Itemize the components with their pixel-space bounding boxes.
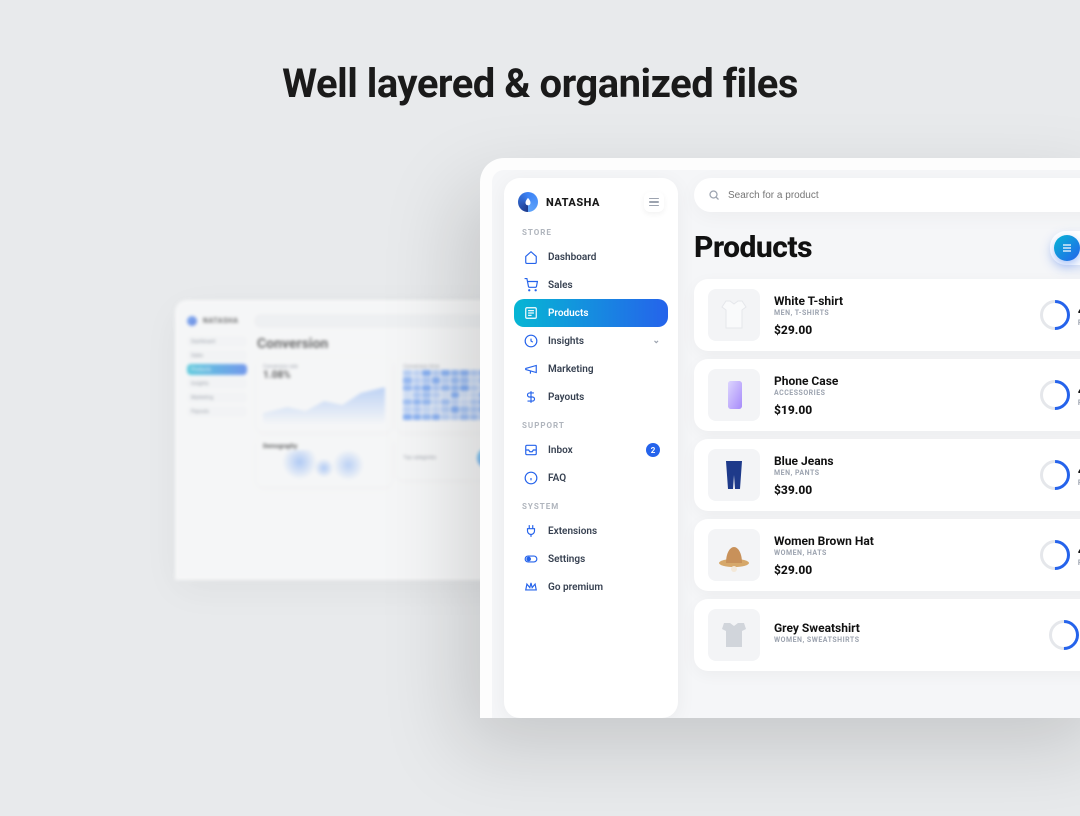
crown-icon	[524, 580, 538, 594]
sidebar-item-label: Extensions	[548, 526, 597, 537]
brand-logo-area[interactable]: NATASHA	[518, 192, 600, 212]
home-icon	[524, 250, 538, 264]
inbox-badge: 2	[646, 443, 660, 457]
product-category: WOMEN, SWEATSHIRTS	[774, 636, 1035, 644]
page-headline: Well layered & organized files	[282, 60, 798, 107]
product-image	[708, 369, 760, 421]
rating-ring-icon	[1034, 534, 1076, 576]
product-row[interactable]: White T-shirtMEN, T-SHIRTS $29.00 4.2REVIE…	[694, 279, 1080, 351]
megaphone-icon	[524, 362, 538, 376]
product-rating: 4.2REVIEW	[1040, 300, 1080, 330]
product-row[interactable]: Phone CaseACCESSORIES $19.00 4.2REVIEW	[694, 359, 1080, 431]
sidebar-item-settings[interactable]: Settings	[514, 545, 668, 573]
dollar-icon	[524, 390, 538, 404]
product-name: Grey Sweatshirt	[774, 621, 1035, 635]
product-category: ACCESSORIES	[774, 389, 1026, 397]
product-price: $29.00	[774, 323, 1026, 337]
sidebar-item-insights[interactable]: Insights ⌄	[514, 327, 668, 355]
sidebar-item-go-premium[interactable]: Go premium	[514, 573, 668, 601]
search-bar[interactable]	[694, 178, 1080, 212]
rating-ring-icon	[1043, 614, 1080, 656]
product-category: MEN, T-SHIRTS	[774, 309, 1026, 317]
sidebar-item-label: Settings	[548, 554, 585, 565]
page-title: Products	[694, 230, 812, 265]
search-icon	[708, 186, 720, 205]
target-icon	[524, 334, 538, 348]
hamburger-menu-button[interactable]	[644, 192, 664, 212]
rating-ring-icon	[1034, 374, 1076, 416]
view-toggle	[1050, 231, 1080, 265]
product-category: WOMEN, HATS	[774, 549, 1026, 557]
product-name: Women Brown Hat	[774, 534, 1026, 548]
product-rating: 4.2REVIEW	[1040, 380, 1080, 410]
product-rating: 4.2REVIEW	[1040, 540, 1080, 570]
product-price: $29.00	[774, 563, 1026, 577]
sidebar-item-products[interactable]: Products	[514, 299, 668, 327]
sidebar-item-label: Go premium	[548, 582, 603, 593]
sidebar-section-label: STORE	[522, 228, 668, 237]
rating-ring-icon	[1034, 454, 1076, 496]
main-content: Products White T-shirtMEN, T-SHIRTS $29.0…	[694, 178, 1080, 718]
product-list: White T-shirtMEN, T-SHIRTS $29.00 4.2REVIE…	[694, 279, 1080, 671]
product-rating: 4.2REVIEW	[1040, 460, 1080, 490]
sidebar-item-sales[interactable]: Sales	[514, 271, 668, 299]
sidebar-item-label: Payouts	[548, 392, 584, 403]
toggle-icon	[524, 552, 538, 566]
sidebar-item-label: Marketing	[548, 364, 594, 375]
product-row[interactable]: Blue JeansMEN, PANTS $39.00 4.2REVIEW	[694, 439, 1080, 511]
product-name: Blue Jeans	[774, 454, 1026, 468]
sidebar-item-inbox[interactable]: Inbox 2	[514, 436, 668, 464]
search-input[interactable]	[728, 190, 1080, 201]
product-row[interactable]: Grey SweatshirtWOMEN, SWEATSHIRTS 4.2	[694, 599, 1080, 671]
sidebar-item-label: Sales	[548, 280, 573, 291]
sidebar-item-marketing[interactable]: Marketing	[514, 355, 668, 383]
plug-icon	[524, 524, 538, 538]
sidebar-section-label: SYSTEM	[522, 502, 668, 511]
sidebar-section-label: SUPPORT	[522, 421, 668, 430]
sidebar-item-label: Inbox	[548, 445, 573, 456]
product-rating: 4.2	[1049, 620, 1080, 650]
laptop-frame: NATASHA STORE Dashboard Sales Products Insig…	[480, 158, 1080, 718]
cart-icon	[524, 278, 538, 292]
product-name: Phone Case	[774, 374, 1026, 388]
chevron-down-icon: ⌄	[652, 336, 660, 346]
product-price: $39.00	[774, 483, 1026, 497]
sidebar-item-extensions[interactable]: Extensions	[514, 517, 668, 545]
product-image	[708, 609, 760, 661]
sidebar: NATASHA STORE Dashboard Sales Products Insig…	[504, 178, 678, 718]
list-view-button[interactable]	[1054, 235, 1080, 261]
product-name: White T-shirt	[774, 294, 1026, 308]
camera-dot	[803, 164, 809, 170]
product-image	[708, 289, 760, 341]
background-preview: NATASHA DashboardSalesProductsInsightsMa…	[175, 300, 515, 580]
product-category: MEN, PANTS	[774, 469, 1026, 477]
product-row[interactable]: Women Brown HatWOMEN, HATS $29.00 4.2REVIE…	[694, 519, 1080, 591]
product-price: $19.00	[774, 403, 1026, 417]
sidebar-item-payouts[interactable]: Payouts	[514, 383, 668, 411]
product-image	[708, 529, 760, 581]
product-image	[708, 449, 760, 501]
sidebar-item-faq[interactable]: FAQ	[514, 464, 668, 492]
sidebar-item-label: FAQ	[548, 473, 566, 484]
inbox-icon	[524, 443, 538, 457]
brand-name: NATASHA	[546, 196, 600, 209]
sidebar-item-label: Dashboard	[548, 252, 596, 263]
rating-ring-icon	[1034, 294, 1076, 336]
sidebar-item-label: Products	[548, 308, 588, 319]
sidebar-item-label: Insights	[548, 336, 584, 347]
flame-logo-icon	[518, 192, 538, 212]
list-icon	[524, 306, 538, 320]
sidebar-item-dashboard[interactable]: Dashboard	[514, 243, 668, 271]
info-icon	[524, 471, 538, 485]
